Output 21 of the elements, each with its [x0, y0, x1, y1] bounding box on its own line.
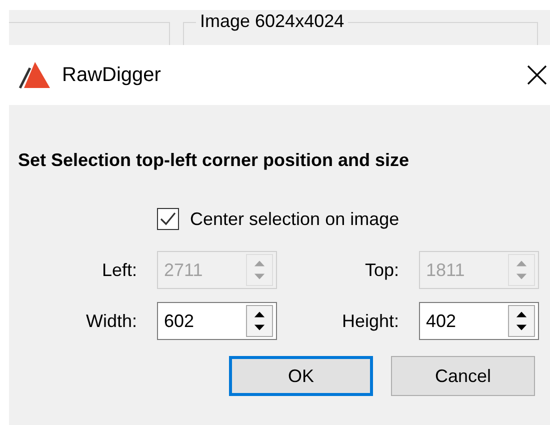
spin-value: 2711: [163, 260, 204, 280]
checkbox-label: Center selection on image: [190, 208, 400, 230]
ok-button[interactable]: OK: [229, 356, 373, 396]
checkbox[interactable]: [157, 208, 179, 230]
spin-arrows-icon[interactable]: [508, 305, 535, 337]
field-label: Top:: [364, 260, 400, 280]
number-field[interactable]: 402: [419, 302, 539, 340]
window-title: RawDigger: [62, 64, 162, 86]
dialog-heading: Set Selection top-left corner position and size: [18, 150, 410, 172]
field-label: Height:: [342, 310, 400, 332]
group-title: Image 6024x4024: [196, 11, 348, 32]
spin-value: 602: [163, 310, 196, 332]
field-label: Left:: [102, 260, 138, 280]
cancel-button[interactable]: Cancel: [391, 356, 535, 396]
triangle-logo-icon: [18, 60, 52, 90]
spin-value: 1811: [425, 260, 466, 280]
number-field[interactable]: 602: [157, 302, 277, 340]
field-label: Width:: [86, 310, 138, 332]
spin-arrows-icon[interactable]: [246, 305, 273, 337]
spin-value: 402: [425, 310, 458, 332]
close-icon[interactable]: [526, 64, 548, 86]
